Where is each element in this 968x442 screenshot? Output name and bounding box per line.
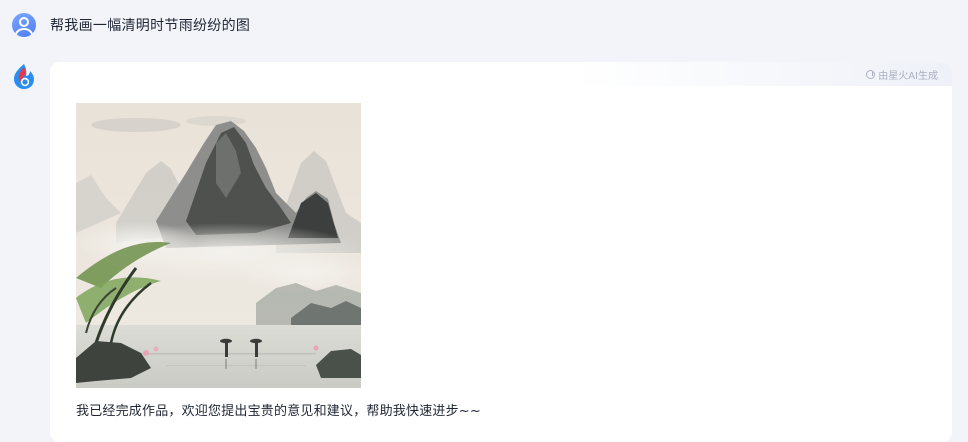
- ai-generated-icon: [866, 70, 876, 79]
- generated-painting-image[interactable]: [76, 103, 361, 388]
- answer-message-text: 我已经完成作品，欢迎您提出宝贵的意见和建议，帮助我快速进步~~: [76, 404, 481, 419]
- answer-card: 由星火AI生成 我已经完成作品，欢迎您提出宝贵的意见和建议，帮助我快速进步~~: [50, 62, 952, 442]
- spark-logo-icon: [11, 62, 37, 90]
- ai-generated-tag: 由星火AI生成: [866, 67, 938, 82]
- card-header: 由星火AI生成: [572, 62, 952, 86]
- user-avatar-icon: [12, 13, 36, 37]
- user-message-text: 帮我画一幅清明时节雨纷纷的图: [50, 18, 251, 34]
- user-message-row: 帮我画一幅清明时节雨纷纷的图: [12, 12, 250, 38]
- ai-tag-label: 由星火AI生成: [878, 71, 938, 82]
